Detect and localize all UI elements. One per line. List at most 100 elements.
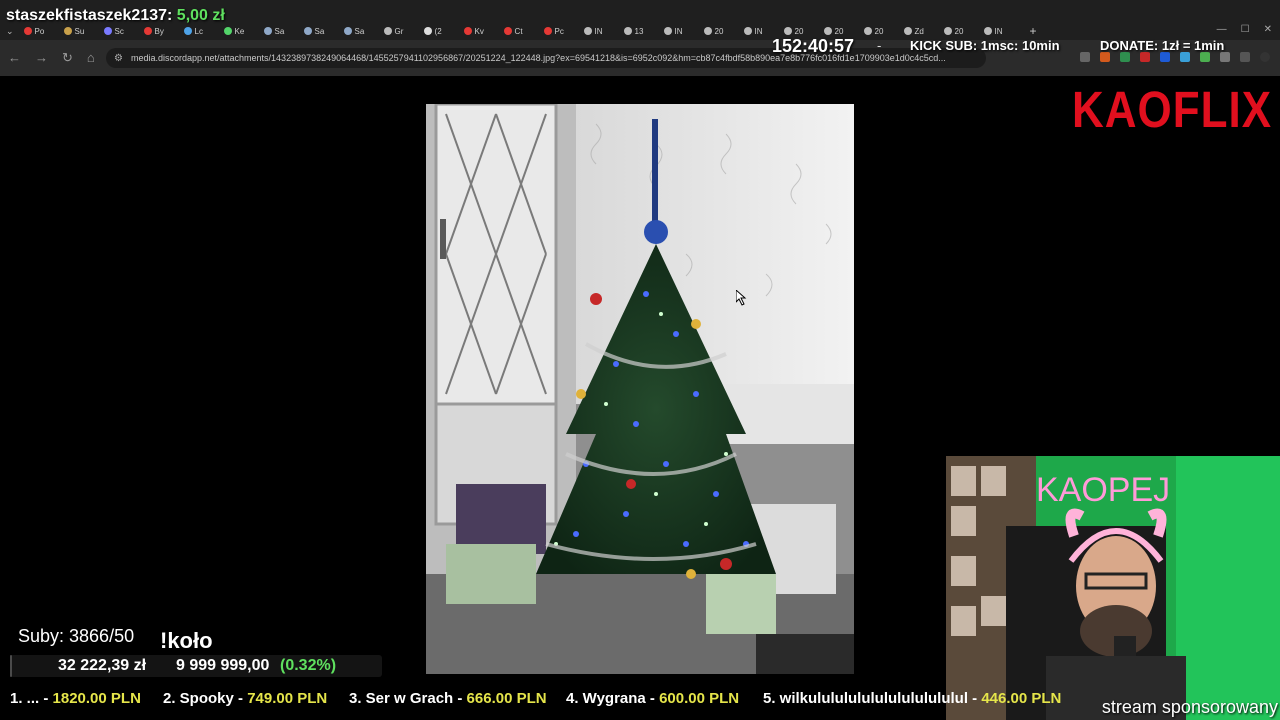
tab-label: 20 (874, 26, 884, 36)
tab-label: Pc (554, 26, 564, 36)
tab-favicon-icon (23, 27, 32, 35)
tab-favicon-icon (783, 27, 792, 35)
ticker-label: 2. Spooky - (163, 690, 248, 707)
subs-counter: Suby: 3866/50 (18, 626, 135, 646)
reload-icon[interactable]: ↻ (62, 50, 73, 66)
donation-goal-fill (10, 655, 12, 677)
christmas-tree-photo (426, 104, 854, 674)
tab-label: Gr (394, 26, 404, 36)
tab-label: Ct (514, 26, 523, 36)
tab-label: Ke (234, 26, 245, 36)
browser-tab[interactable]: Pc (543, 24, 580, 38)
tab-label: 20 (834, 26, 844, 36)
ticker-item: 2. Spooky - 749.00 PLN (163, 690, 327, 707)
bookmark-star-icon[interactable] (1080, 52, 1090, 62)
site-info-icon[interactable]: ⚙ (114, 53, 123, 64)
tab-favicon-icon (303, 27, 312, 35)
tab-favicon-icon (703, 27, 712, 35)
tab-favicon-icon (503, 27, 512, 35)
extension-icons (1080, 52, 1270, 62)
extension-icon[interactable] (1180, 52, 1190, 62)
extension-icon[interactable] (1200, 52, 1210, 62)
tab-search-icon[interactable]: ⌄ (6, 26, 14, 37)
close-window-icon[interactable]: ✕ (1264, 24, 1272, 35)
extension-icon[interactable] (1160, 52, 1170, 62)
browser-tab[interactable]: Gr (383, 24, 420, 38)
tab-favicon-icon (463, 27, 472, 35)
ticker-item: 5. wilkulululululululululululul - 446.00… (763, 690, 1061, 707)
tab-favicon-icon (583, 27, 592, 35)
tab-favicon-icon (863, 27, 872, 35)
browser-tab[interactable]: 20 (703, 24, 740, 38)
browser-tab[interactable]: Ct (503, 24, 540, 38)
ticker-value: 1820.00 PLN (52, 690, 141, 707)
tab-label: 13 (634, 26, 644, 36)
browser-tab[interactable]: IN (983, 24, 1020, 38)
channel-logo: KAOFLIX (1072, 82, 1273, 139)
tab-label: Po (34, 26, 45, 36)
browser-tab[interactable]: (2 (423, 24, 460, 38)
puzzle-icon[interactable] (1220, 52, 1230, 62)
kick-sub-rate: KICK SUB: 1msc: 10min (910, 38, 1060, 53)
tab-favicon-icon (103, 27, 112, 35)
browser-tab[interactable]: Sa (303, 24, 340, 38)
home-icon[interactable]: ⌂ (87, 50, 95, 66)
browser-tab[interactable]: IN (663, 24, 700, 38)
tab-label: Kv (474, 26, 484, 36)
ticker-value: 666.00 PLN (466, 690, 547, 707)
tab-favicon-icon (983, 27, 992, 35)
tab-label: Sa (354, 26, 365, 36)
tab-favicon-icon (343, 27, 352, 35)
subathon-timer: 152:40:57 (772, 36, 855, 56)
wheel-command: !koło (160, 628, 213, 653)
tab-favicon-icon (263, 27, 272, 35)
browser-tab[interactable]: Lc (183, 24, 220, 38)
tab-favicon-icon (143, 27, 152, 35)
minimize-icon[interactable]: — (1217, 24, 1227, 35)
tab-label: By (154, 26, 164, 36)
browser-tab[interactable]: Sa (263, 24, 300, 38)
mouse-cursor-icon (735, 288, 748, 311)
browser-tab[interactable]: By (143, 24, 180, 38)
forward-icon[interactable]: → (35, 50, 48, 66)
profile-avatar[interactable] (1260, 52, 1270, 62)
browser-tab[interactable]: Po (23, 24, 60, 38)
browser-toolbar: ← → ↻ ⌂ ⚙ media.discordapp.net/attachmen… (0, 40, 1280, 76)
browser-tab[interactable]: 13 (623, 24, 660, 38)
tab-label: IN (594, 26, 603, 36)
browser-tab[interactable]: 20 (863, 24, 900, 38)
extension-icon[interactable] (1100, 52, 1110, 62)
extension-icon[interactable] (1120, 52, 1130, 62)
extension-icon[interactable] (1140, 52, 1150, 62)
tab-favicon-icon (903, 27, 912, 35)
donation-amount: 5,00 zł (176, 7, 225, 24)
tab-favicon-icon (183, 27, 192, 35)
tab-favicon-icon (223, 27, 232, 35)
browser-tab[interactable]: Ke (223, 24, 260, 38)
browser-tab[interactable]: Su (63, 24, 100, 38)
browser-tab[interactable]: Sc (103, 24, 140, 38)
tab-favicon-icon (823, 27, 832, 35)
tab-label: 20 (794, 26, 804, 36)
menu-icon[interactable] (1240, 52, 1250, 62)
new-tab-icon[interactable]: + (1030, 24, 1037, 38)
browser-tab[interactable]: Zd (903, 24, 940, 38)
back-icon[interactable]: ← (8, 50, 21, 66)
goal-current: 32 222,39 zł (58, 657, 147, 674)
maximize-icon[interactable]: ☐ (1241, 24, 1250, 35)
tab-label: 20 (954, 26, 964, 36)
tab-label: Sa (274, 26, 285, 36)
tab-favicon-icon (383, 27, 392, 35)
tab-favicon-icon (423, 27, 432, 35)
browser-tab[interactable]: 20 (943, 24, 980, 38)
tab-label: Sa (314, 26, 325, 36)
ticker-value: 749.00 PLN (247, 690, 328, 707)
browser-tab[interactable]: IN (583, 24, 620, 38)
browser-tab[interactable]: Kv (463, 24, 500, 38)
tab-favicon-icon (63, 27, 72, 35)
browser-tab[interactable]: Sa (343, 24, 380, 38)
tab-label: (2 (434, 26, 442, 36)
goal-percent: (0.32%) (280, 657, 337, 674)
tab-favicon-icon (543, 27, 552, 35)
ticker-label: 3. Ser w Grach - (349, 690, 467, 707)
